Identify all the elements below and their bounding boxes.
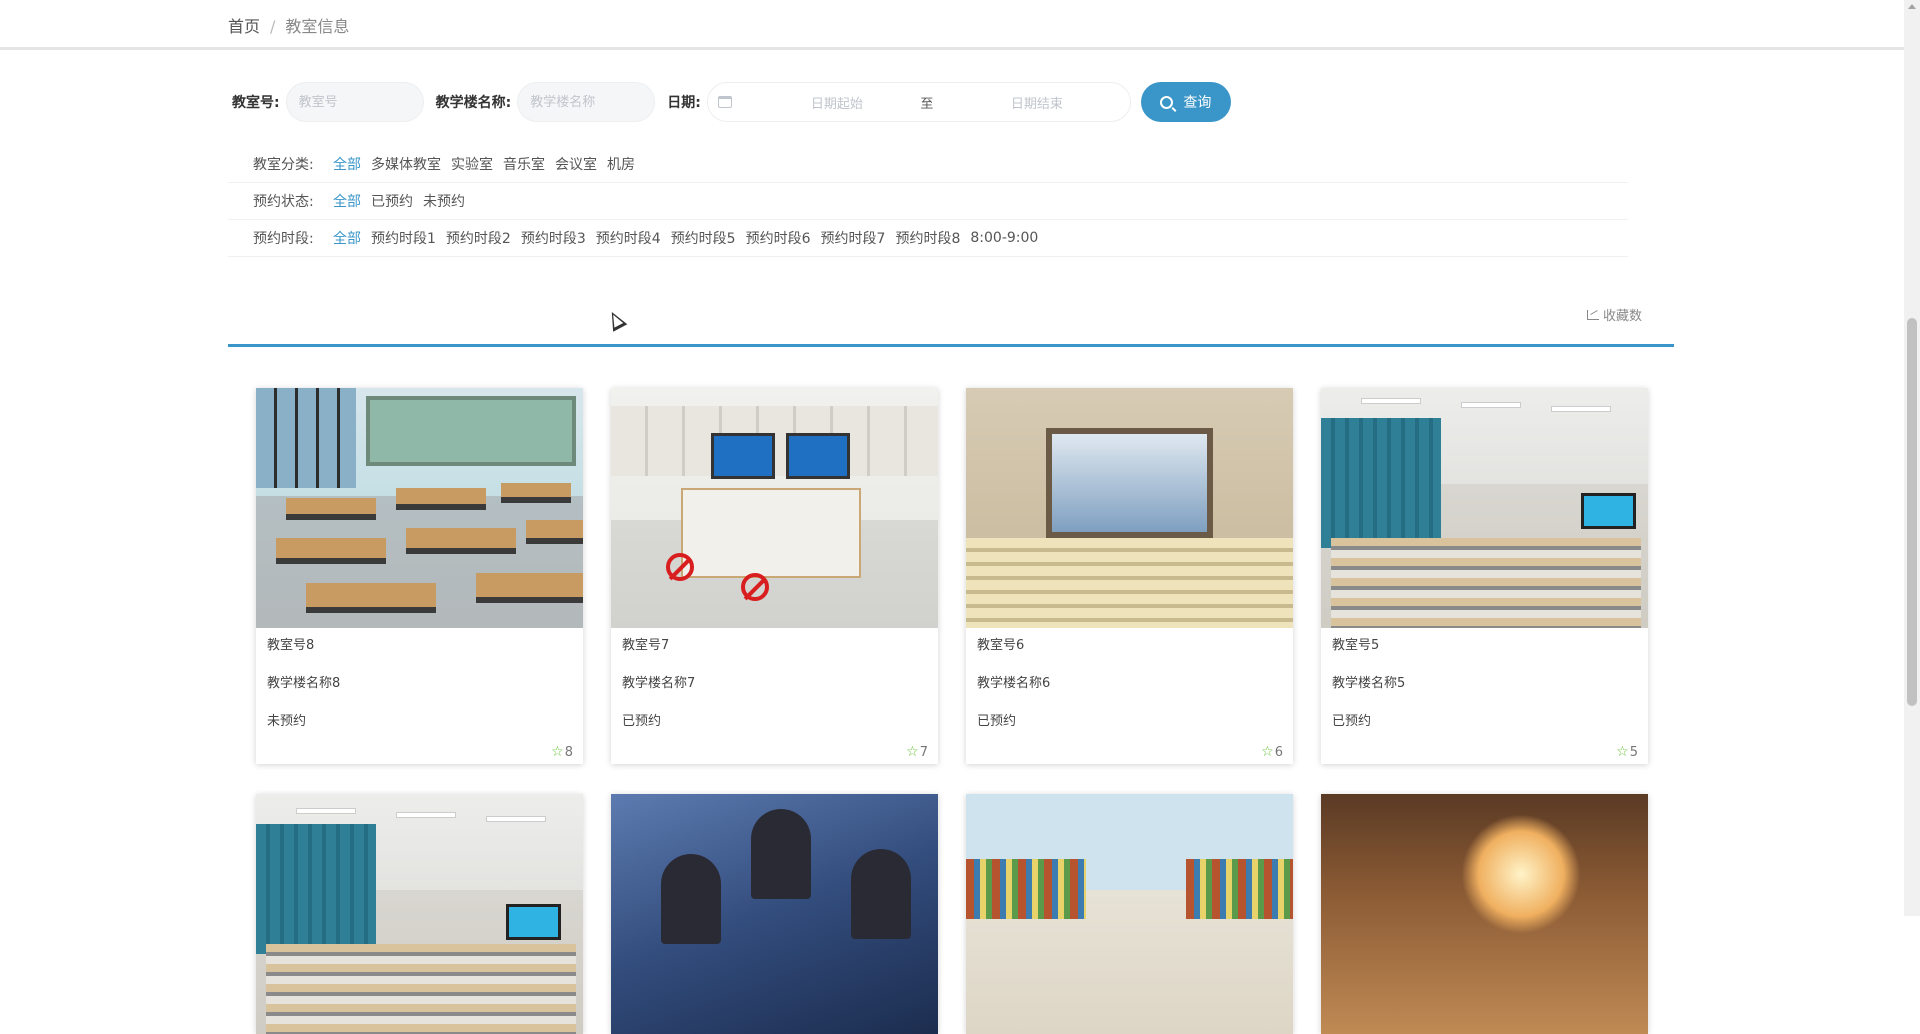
card-favorites-count: 8 bbox=[564, 744, 573, 760]
filter-row: 预约时段: 全部 预约时段1 预约时段2 预约时段3 预约时段4 预约时段5 预约时段6 预约时… bbox=[228, 220, 1628, 257]
chart-icon bbox=[1587, 309, 1599, 320]
star-icon: ☆ bbox=[1261, 744, 1274, 760]
classroom-image[interactable] bbox=[966, 388, 1293, 628]
sort-by-favorites[interactable]: 收藏数 bbox=[1587, 305, 1642, 324]
query-button[interactable]: 查询 bbox=[1140, 82, 1231, 122]
star-icon: ☆ bbox=[1616, 744, 1629, 760]
card-building: 教学楼名称8 bbox=[267, 676, 341, 691]
classroom-card[interactable]: 教室号8 教学楼名称8 未预约 ☆ 8 bbox=[256, 388, 583, 764]
card-building: 教学楼名称5 bbox=[1332, 676, 1406, 691]
classroom-image[interactable] bbox=[611, 794, 938, 1034]
classroom-image[interactable] bbox=[1321, 388, 1648, 628]
card-favorites[interactable]: ☆ 8 bbox=[551, 744, 573, 760]
card-classroom: 教室号5 bbox=[1332, 638, 1380, 653]
card-favorites-count: 7 bbox=[919, 744, 928, 760]
scroll-up-arrow-icon[interactable] bbox=[1908, 4, 1916, 9]
scroll-thumb[interactable] bbox=[1907, 318, 1917, 706]
building-label: 教学楼名称: bbox=[435, 95, 512, 111]
card-status: 未预约 bbox=[267, 714, 307, 729]
star-icon: ☆ bbox=[551, 744, 564, 760]
search-icon bbox=[1160, 95, 1174, 109]
card-classroom: 教室号6 bbox=[977, 638, 1025, 653]
card-classroom: 教室号7 bbox=[622, 638, 670, 653]
sort-divider bbox=[228, 344, 1674, 347]
classroom-image[interactable] bbox=[966, 794, 1293, 1034]
filter-title: 教室分类: bbox=[253, 157, 314, 173]
card-favorites[interactable]: ☆ 6 bbox=[1261, 744, 1283, 760]
filter-option[interactable]: 预约时段7 bbox=[821, 228, 886, 248]
breadcrumb: 首页 / 教室信息 bbox=[228, 13, 349, 37]
card-status: 已预约 bbox=[622, 714, 662, 729]
classroom-card[interactable] bbox=[1321, 794, 1648, 1034]
filter-option[interactable]: 未预约 bbox=[423, 191, 465, 211]
filter-option[interactable]: 预约时段8 bbox=[895, 228, 960, 248]
filter-option[interactable]: 预约时段2 bbox=[446, 228, 511, 248]
date-end-input[interactable]: 日期结束 bbox=[962, 93, 1112, 112]
date-range-separator: 至 bbox=[920, 96, 934, 112]
breadcrumb-current: 教室信息 bbox=[285, 17, 350, 36]
classroom-image[interactable] bbox=[256, 388, 583, 628]
classroom-card[interactable] bbox=[256, 794, 583, 1034]
filter-panel: 教室分类: 全部 多媒体教室 实验室 音乐室 会议室 机房 预约状态: 全部 已预约 未预约 预约时段… bbox=[228, 146, 1628, 257]
card-favorites-count: 5 bbox=[1629, 744, 1638, 760]
classroom-card[interactable]: 教室号7 教学楼名称7 已预约 ☆ 7 bbox=[611, 388, 938, 764]
calendar-icon bbox=[717, 96, 732, 108]
filter-row: 教室分类: 全部 多媒体教室 实验室 音乐室 会议室 机房 bbox=[228, 146, 1628, 183]
classroom-label: 教室号: bbox=[232, 95, 280, 111]
classroom-image[interactable] bbox=[256, 794, 583, 1034]
building-input[interactable] bbox=[517, 82, 656, 122]
card-status: 已预约 bbox=[1332, 714, 1372, 729]
filter-title: 预约状态: bbox=[253, 194, 314, 210]
filter-option[interactable]: 已预约 bbox=[371, 191, 413, 211]
card-status: 已预约 bbox=[977, 714, 1017, 729]
filter-option[interactable]: 预约时段5 bbox=[671, 228, 736, 248]
search-form: 教室号: 教学楼名称: 日期: 日期起始 至 日期结束 查询 bbox=[232, 82, 1231, 122]
breadcrumb-home[interactable]: 首页 bbox=[228, 17, 260, 36]
filter-option[interactable]: 预约时段6 bbox=[746, 228, 811, 248]
sort-favorites-label: 收藏数 bbox=[1603, 309, 1643, 324]
card-favorites[interactable]: ☆ 5 bbox=[1616, 744, 1638, 760]
classroom-image[interactable] bbox=[1321, 794, 1648, 1034]
filter-option[interactable]: 实验室 bbox=[451, 154, 493, 174]
mouse-cursor-icon bbox=[604, 308, 628, 332]
card-favorites[interactable]: ☆ 7 bbox=[906, 744, 928, 760]
filter-option[interactable]: 全部 bbox=[333, 154, 361, 174]
filter-option[interactable]: 预约时段3 bbox=[521, 228, 586, 248]
classroom-card[interactable] bbox=[966, 794, 1293, 1034]
query-button-label: 查询 bbox=[1183, 94, 1212, 110]
page-scrollbar[interactable] bbox=[1904, 0, 1920, 916]
filter-option[interactable]: 多媒体教室 bbox=[371, 154, 441, 174]
classroom-input[interactable] bbox=[285, 82, 424, 122]
filter-option[interactable]: 机房 bbox=[607, 154, 635, 174]
star-icon: ☆ bbox=[906, 744, 919, 760]
classroom-card[interactable] bbox=[611, 794, 938, 1034]
filter-option[interactable]: 8:00-9:00 bbox=[970, 230, 1038, 246]
filter-option[interactable]: 预约时段1 bbox=[371, 228, 436, 248]
card-building: 教学楼名称7 bbox=[622, 676, 696, 691]
breadcrumb-separator: / bbox=[270, 17, 276, 36]
filter-option[interactable]: 预约时段4 bbox=[596, 228, 661, 248]
date-start-input[interactable]: 日期起始 bbox=[762, 93, 912, 112]
filter-option[interactable]: 会议室 bbox=[555, 154, 597, 174]
card-building: 教学楼名称6 bbox=[977, 676, 1051, 691]
classroom-card[interactable]: 教室号5 教学楼名称5 已预约 ☆ 5 bbox=[1321, 388, 1648, 764]
filter-option[interactable]: 全部 bbox=[333, 228, 361, 248]
filter-option[interactable]: 全部 bbox=[333, 191, 361, 211]
filter-row: 预约状态: 全部 已预约 未预约 bbox=[228, 183, 1628, 220]
date-range-picker[interactable]: 日期起始 至 日期结束 bbox=[706, 82, 1131, 122]
classroom-card[interactable]: 教室号6 教学楼名称6 已预约 ☆ 6 bbox=[966, 388, 1293, 764]
filter-option[interactable]: 音乐室 bbox=[503, 154, 545, 174]
classroom-image[interactable] bbox=[611, 388, 938, 628]
top-bar: 首页 / 教室信息 bbox=[0, 0, 1904, 50]
card-classroom: 教室号8 bbox=[267, 638, 315, 653]
date-label: 日期: bbox=[667, 95, 701, 111]
filter-title: 预约时段: bbox=[253, 231, 314, 247]
card-favorites-count: 6 bbox=[1274, 744, 1283, 760]
